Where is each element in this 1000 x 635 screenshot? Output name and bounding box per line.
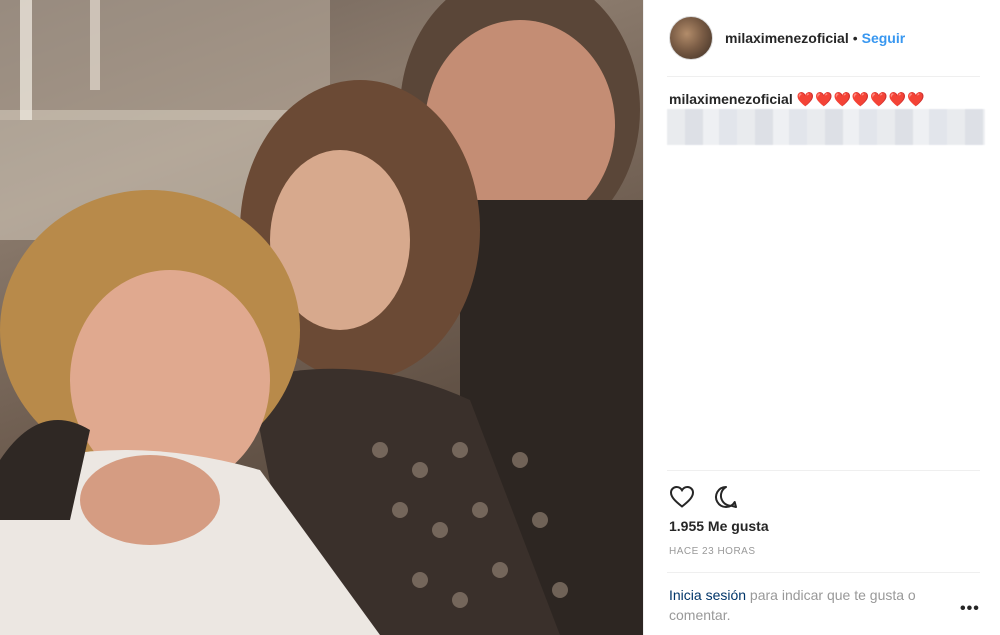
likes-count[interactable]: 1.955 Me gusta [669,518,769,534]
caption-username[interactable]: milaximenezoficial [669,91,793,107]
divider [667,572,980,573]
avatar[interactable] [669,16,713,60]
separator-dot: • [852,30,858,46]
blurred-caption-overlay [667,109,985,145]
photo-illustration [0,0,643,635]
caption: milaximenezoficial ❤️❤️❤️❤️❤️❤️❤️ [669,89,989,109]
comment-icon[interactable] [713,484,739,510]
post-timestamp: HACE 23 HORAS [669,546,756,557]
heart-icon[interactable] [669,484,695,510]
login-link[interactable]: Inicia sesión [669,587,746,603]
header-username[interactable]: milaximenezoficial [725,30,849,46]
divider [667,76,980,77]
more-options-icon[interactable]: ••• [960,600,980,618]
caption-text: ❤️❤️❤️❤️❤️❤️❤️ [796,91,926,107]
post-header: milaximenezoficial • Seguir [644,0,1000,76]
post-panel: milaximenezoficial • Seguir milaximenezo… [643,0,1000,635]
follow-button[interactable]: Seguir [862,30,906,46]
divider [667,470,980,471]
action-bar [669,484,739,510]
post-photo [0,0,643,635]
login-prompt: Inicia sesión para indicar que te gusta … [669,585,959,625]
